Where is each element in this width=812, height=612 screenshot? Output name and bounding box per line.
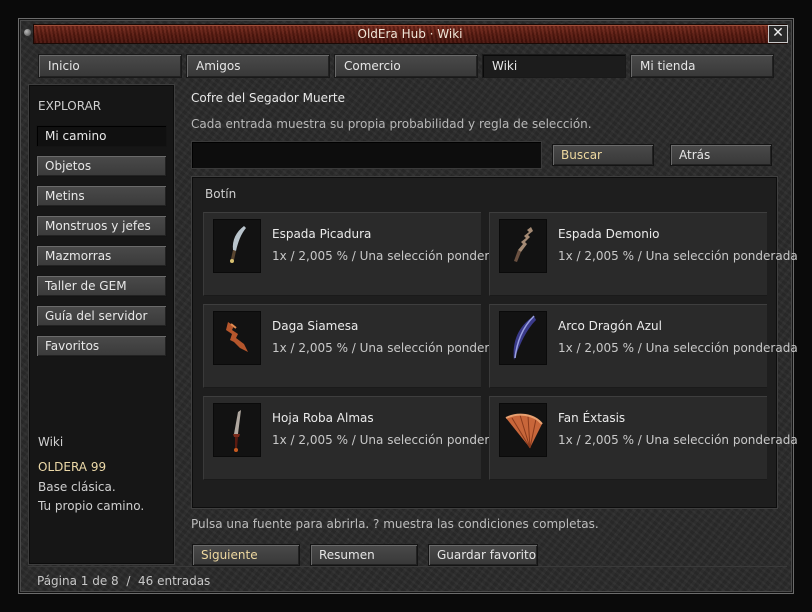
item-meta: 1x / 2,005 % / Una selección ponderada bbox=[272, 249, 512, 263]
item-name: Arco Dragón Azul bbox=[558, 319, 662, 333]
help-hint: Pulsa una fuente para abrirla. ? muestra… bbox=[191, 517, 599, 531]
sidebar-item-mi-camino[interactable]: Mi camino bbox=[36, 125, 167, 147]
item-meta: 1x / 2,005 % / Una selección ponderada bbox=[558, 433, 798, 447]
item-meta: 1x / 2,005 % / Una selección ponderada bbox=[558, 249, 798, 263]
server-tagline-2: Tu propio camino. bbox=[38, 499, 145, 513]
loot-item-card[interactable]: Arco Dragón Azul 1x / 2,005 % / Una sele… bbox=[489, 304, 798, 388]
tab-inicio[interactable]: Inicio bbox=[38, 54, 182, 78]
tab-label: Inicio bbox=[48, 59, 80, 73]
sidebar-item-label: Taller de GEM bbox=[45, 279, 127, 293]
sidebar-item-label: Metins bbox=[45, 189, 85, 203]
loot-item-card[interactable]: Daga Siamesa 1x / 2,005 % / Una selecció… bbox=[203, 304, 512, 388]
sidebar-item-label: Mazmorras bbox=[45, 249, 112, 263]
search-button-label: Buscar bbox=[561, 148, 602, 162]
blade-icon bbox=[213, 403, 261, 457]
loot-item-card[interactable]: Hoja Roba Almas 1x / 2,005 % / Una selec… bbox=[203, 396, 512, 480]
sidebar-item-label: Mi camino bbox=[45, 129, 107, 143]
bow-icon bbox=[499, 311, 547, 365]
sidebar: EXPLORAR Mi camino Objetos Metins Monstr… bbox=[28, 84, 175, 565]
tab-comercio[interactable]: Comercio bbox=[334, 54, 478, 78]
sidebar-item-guia[interactable]: Guía del servidor bbox=[36, 305, 167, 327]
loot-item-card[interactable]: Espada Picadura 1x / 2,005 % / Una selec… bbox=[203, 212, 512, 296]
item-name: Fan Éxtasis bbox=[558, 411, 626, 425]
page-indicator: Página 1 de 8 bbox=[37, 574, 119, 588]
item-name: Espada Picadura bbox=[272, 227, 372, 241]
tab-label: Wiki bbox=[492, 59, 518, 73]
close-button[interactable]: ✕ bbox=[768, 25, 788, 43]
item-meta: 1x / 2,005 % / Una selección ponderada bbox=[272, 433, 512, 447]
page-subtitle: Cada entrada muestra su propia probabili… bbox=[191, 117, 592, 131]
window-rivet bbox=[24, 29, 31, 36]
sidebar-item-mazmorras[interactable]: Mazmorras bbox=[36, 245, 167, 267]
save-favorite-button[interactable]: Guardar favorito bbox=[428, 544, 538, 566]
sidebar-item-label: Guía del servidor bbox=[45, 309, 148, 323]
loot-item-card[interactable]: Espada Demonio 1x / 2,005 % / Una selecc… bbox=[489, 212, 798, 296]
title-bar[interactable]: OldEra Hub · Wiki bbox=[33, 24, 787, 44]
window-title: OldEra Hub · Wiki bbox=[357, 27, 463, 41]
tab-mi-tienda[interactable]: Mi tienda bbox=[630, 54, 774, 78]
item-name: Daga Siamesa bbox=[272, 319, 359, 333]
sidebar-item-objetos[interactable]: Objetos bbox=[36, 155, 167, 177]
tab-amigos[interactable]: Amigos bbox=[186, 54, 330, 78]
search-input[interactable] bbox=[191, 141, 542, 169]
item-meta: 1x / 2,005 % / Una selección ponderada bbox=[272, 341, 512, 355]
next-button[interactable]: Siguiente bbox=[192, 544, 300, 566]
page-title: Cofre del Segador Muerte bbox=[191, 91, 346, 105]
sidebar-item-monstruos[interactable]: Monstruos y jefes bbox=[36, 215, 167, 237]
item-name: Espada Demonio bbox=[558, 227, 660, 241]
status-bar: Página 1 de 8 / 46 entradas bbox=[37, 574, 210, 588]
server-tagline-1: Base clásica. bbox=[38, 480, 116, 494]
sidebar-item-taller-gem[interactable]: Taller de GEM bbox=[36, 275, 167, 297]
sidebar-item-favoritos[interactable]: Favoritos bbox=[36, 335, 167, 357]
status-separator: / bbox=[126, 574, 131, 588]
dagger-icon bbox=[213, 311, 261, 365]
search-button[interactable]: Buscar bbox=[552, 144, 654, 166]
sidebar-item-label: Objetos bbox=[45, 159, 92, 173]
loot-item-card[interactable]: Fan Éxtasis 1x / 2,005 % / Una selección… bbox=[489, 396, 798, 480]
sidebar-item-label: Favoritos bbox=[45, 339, 100, 353]
next-button-label: Siguiente bbox=[201, 548, 258, 562]
fan-icon bbox=[499, 403, 547, 457]
sidebar-section-label: Wiki bbox=[38, 435, 64, 449]
close-icon: ✕ bbox=[772, 25, 784, 41]
back-button-label: Atrás bbox=[679, 148, 711, 162]
item-meta: 1x / 2,005 % / Una selección ponderada bbox=[558, 341, 798, 355]
panel-title: Botín bbox=[205, 187, 237, 201]
item-name: Hoja Roba Almas bbox=[272, 411, 374, 425]
tab-label: Amigos bbox=[196, 59, 241, 73]
demon-sword-icon bbox=[499, 219, 547, 273]
summary-button[interactable]: Resumen bbox=[310, 544, 418, 566]
tab-label: Comercio bbox=[344, 59, 401, 73]
sidebar-heading: EXPLORAR bbox=[38, 99, 102, 113]
tab-label: Mi tienda bbox=[640, 59, 696, 73]
status-divider bbox=[28, 566, 787, 567]
sidebar-item-label: Monstruos y jefes bbox=[45, 219, 151, 233]
sidebar-item-metins[interactable]: Metins bbox=[36, 185, 167, 207]
wiki-window: OldEra Hub · Wiki ✕ Inicio Amigos Comerc… bbox=[18, 18, 798, 594]
loot-panel: Botín Espada Picadura 1x / 2,005 % / Una… bbox=[191, 176, 798, 509]
sword-icon bbox=[213, 219, 261, 273]
server-name: OLDERA 99 bbox=[38, 460, 107, 474]
save-favorite-label: Guardar favorito bbox=[437, 548, 537, 562]
summary-button-label: Resumen bbox=[319, 548, 375, 562]
entry-count: 46 entradas bbox=[138, 574, 211, 588]
tab-wiki[interactable]: Wiki bbox=[482, 54, 626, 78]
back-button[interactable]: Atrás bbox=[670, 144, 772, 166]
